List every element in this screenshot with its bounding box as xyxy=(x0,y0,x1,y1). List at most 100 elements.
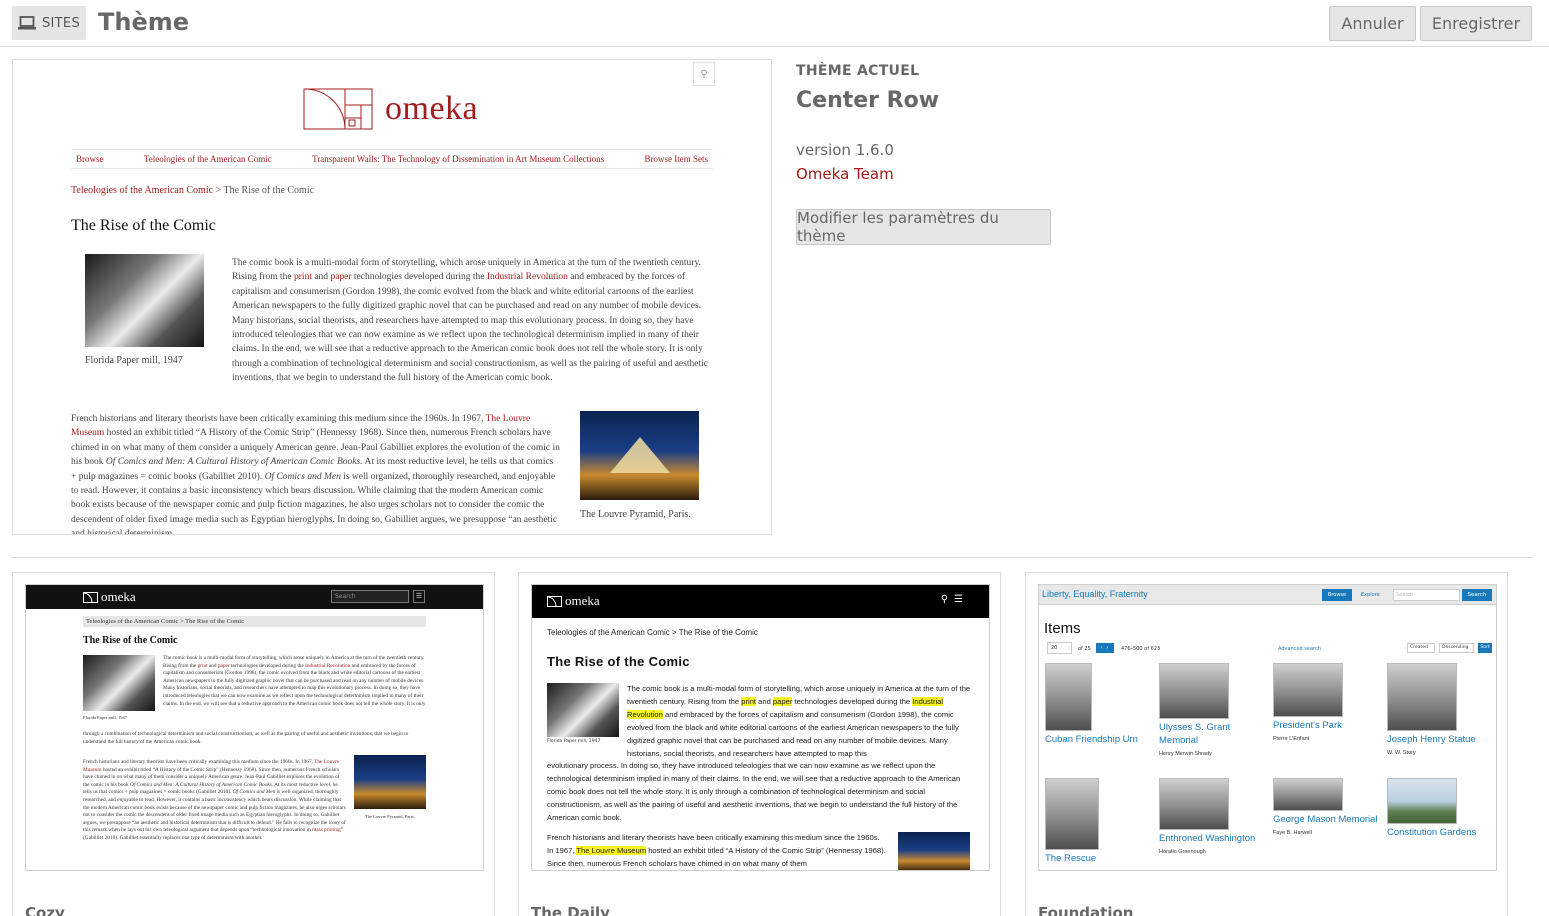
item-creator: Horatio Greenough xyxy=(1159,849,1206,855)
logo-text: omeka xyxy=(565,593,600,608)
search-menu-icons: ⚲☰ xyxy=(941,594,969,605)
laptop-icon xyxy=(18,16,36,30)
browse-button: Browse xyxy=(1322,589,1352,601)
page-title: Thème xyxy=(98,8,190,36)
list-item: Enthroned Washington Horatio Greenough xyxy=(1159,778,1269,855)
search-input: Search xyxy=(1393,589,1460,601)
paper-mill-image xyxy=(83,655,155,711)
preview-breadcrumb: Teleologies of the American Comic > The … xyxy=(547,628,758,637)
omeka-logo: omeka xyxy=(83,589,136,605)
list-item: George Mason Memorial Faye B. Harwell xyxy=(1273,778,1383,836)
preview-paragraph: evolutionary process. In doing so, they … xyxy=(547,761,961,822)
item-thumbnail xyxy=(1387,778,1457,824)
preview-heading: The Rise of the Comic xyxy=(83,635,178,646)
list-item: Ulysses S. Grant Memorial Henry Merwin S… xyxy=(1159,663,1269,757)
theme-screenshot: omeka Search ☰ Teleologies of the Americ… xyxy=(25,584,484,871)
louvre-image xyxy=(898,832,970,870)
item-title: Cuban Friendship Urn xyxy=(1045,734,1138,745)
theme-name: Cozy xyxy=(25,904,65,916)
pagination-arrows-icon: ‹ › xyxy=(1096,643,1114,653)
current-theme-label: THÈME ACTUEL xyxy=(796,63,920,79)
item-title: Joseph Henry Statue xyxy=(1387,734,1476,745)
preview-paragraph: French historians and literary theorists… xyxy=(547,833,886,868)
sort-button: Sort xyxy=(1478,643,1492,653)
page-input: 20 xyxy=(1047,642,1072,654)
preview-nav: Browse Teleologies of the American Comic… xyxy=(71,149,713,169)
current-theme-preview: ⚲ omeka Browse Teleologies of the Americ… xyxy=(12,59,772,535)
preview-paragraph: French historians and literary theorists… xyxy=(71,414,560,535)
search-icon: ⚲ xyxy=(693,62,715,86)
explore-link: Explore xyxy=(1361,592,1380,598)
item-title: Enthroned Washington xyxy=(1159,833,1256,844)
paper-mill-image xyxy=(85,254,204,347)
list-item: Joseph Henry Statue W. W. Story xyxy=(1387,663,1496,756)
search-input: Search xyxy=(331,590,409,603)
preview-paragraph: through a combination of technological d… xyxy=(83,731,409,745)
menu-icon: ☰ xyxy=(954,594,969,605)
item-title: Constitution Gardens xyxy=(1387,827,1477,838)
preview-paragraph: The comic book is a multi-modal form of … xyxy=(232,258,708,384)
nav-item: Browse xyxy=(76,154,104,164)
omeka-logo: omeka xyxy=(303,88,478,130)
theme-card-foundation[interactable]: Liberty, Equality, Fraternity Browse Exp… xyxy=(1025,572,1508,916)
theme-card-cozy[interactable]: omeka Search ☰ Teleologies of the Americ… xyxy=(12,572,495,916)
nav-item: Transparent Walls: The Technology of Dis… xyxy=(312,154,605,164)
logo-text: omeka xyxy=(101,589,136,604)
item-creator: W. W. Story xyxy=(1387,750,1416,756)
theme-screenshot: omeka ⚲☰ Teleologies of the American Com… xyxy=(531,584,990,871)
preview-paragraph: The comic book is a multi-modal form of … xyxy=(163,655,426,707)
cancel-button[interactable]: Annuler xyxy=(1329,6,1416,41)
list-item: Constitution Gardens xyxy=(1387,778,1496,839)
list-item: Cuban Friendship Urn xyxy=(1045,663,1155,746)
preview-header: omeka Search ☰ xyxy=(26,585,483,609)
theme-version: version 1.6.0 xyxy=(796,141,894,159)
result-range: 476–500 of 623 xyxy=(1121,646,1161,652)
top-bar: SITES Thème Annuler Enregistrer xyxy=(0,0,1549,47)
breadcrumb-link: Teleologies of the American Comic xyxy=(71,185,214,196)
image-caption: The Louvre Pyramid, Paris. xyxy=(580,509,691,520)
theme-name: The Daily xyxy=(531,904,610,916)
item-creator: Henry Merwin Shrady xyxy=(1159,751,1212,757)
page-count: of 25 xyxy=(1078,646,1091,652)
sites-button[interactable]: SITES xyxy=(12,6,86,40)
menu-icon: ☰ xyxy=(413,590,425,603)
preview-heading: The Rise of the Comic xyxy=(71,217,216,234)
preview-breadcrumb: Teleologies of the American Comic > The … xyxy=(83,616,426,627)
image-caption: Florida Paper mill, 1947 xyxy=(85,355,183,366)
omeka-logo: omeka xyxy=(547,593,600,609)
sort-order-select: Descending xyxy=(1439,643,1474,653)
item-title: George Mason Memorial xyxy=(1273,814,1378,825)
image-caption: The Louvre Pyramid, Paris. xyxy=(365,814,415,819)
paper-mill-image xyxy=(547,683,619,737)
item-thumbnail xyxy=(1159,663,1229,719)
preview-breadcrumb: Teleologies of the American Comic > The … xyxy=(71,185,314,196)
item-thumbnail xyxy=(1387,663,1457,731)
advanced-search-link: Advanced search xyxy=(1278,646,1321,652)
theme-author-link[interactable]: Omeka Team xyxy=(796,165,894,183)
preview-heading: The Rise of the Comic xyxy=(547,654,690,669)
item-title: Ulysses S. Grant Memorial xyxy=(1159,722,1231,746)
item-creator: Faye B. Harwell xyxy=(1273,830,1312,836)
current-theme-name: Center Row xyxy=(796,88,940,113)
item-thumbnail xyxy=(1045,663,1092,731)
logo-text: omeka xyxy=(385,90,479,127)
preview-paragraph: The comic book is a multi-modal form of … xyxy=(627,684,971,758)
configure-theme-button[interactable]: Modifier les paramètres du thème xyxy=(796,209,1051,245)
preview-heading: Items xyxy=(1044,620,1081,637)
louvre-image xyxy=(580,411,699,500)
nav-item: Teleologies of the American Comic xyxy=(143,154,272,164)
save-button[interactable]: Enregistrer xyxy=(1420,6,1532,41)
sites-label: SITES xyxy=(42,15,80,31)
image-caption: Florida Paper mill, 1947 xyxy=(547,739,601,744)
item-creator: Pierre L'Enfant xyxy=(1273,736,1310,742)
item-thumbnail xyxy=(1045,778,1099,850)
site-title: Liberty, Equality, Fraternity xyxy=(1042,589,1148,599)
theme-name: Foundation xyxy=(1038,904,1134,916)
louvre-image xyxy=(354,755,426,809)
item-thumbnail xyxy=(1159,778,1229,830)
preview-header: omeka ⚲☰ xyxy=(532,585,989,618)
item-title: President's Park xyxy=(1273,720,1342,731)
item-thumbnail xyxy=(1273,778,1343,811)
list-item: The Rescue xyxy=(1045,778,1155,865)
theme-card-the-daily[interactable]: omeka ⚲☰ Teleologies of the American Com… xyxy=(518,572,1001,916)
